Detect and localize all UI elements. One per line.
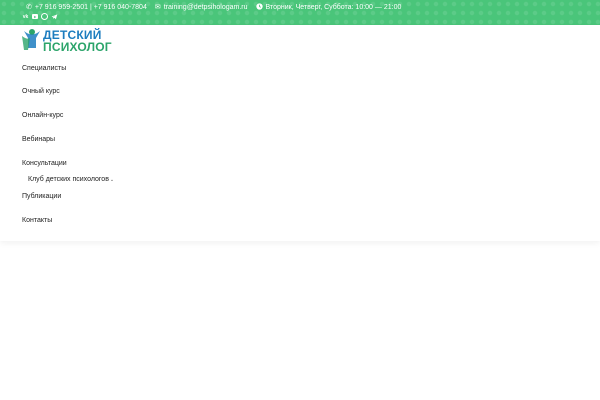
site-logo[interactable]: ДЕТСКИЙ ПСИХОЛОГ [22,26,122,56]
clock-icon [255,3,263,12]
chevron-down-icon: ⌄ [109,176,115,183]
phone-icon: ✆ [26,4,32,11]
whatsapp-icon[interactable] [41,13,48,20]
hours-item: Вторник, Четверг, Суббота: 10:00 — 21:00 [255,3,402,12]
hours-text: Вторник, Четверг, Суббота: 10:00 — 21:00 [265,4,402,11]
submenu-item-club[interactable]: Клуб детских психологов ⌄ [28,176,114,183]
phone-text[interactable]: +7 916 959-2501 | +7 916 040-7804 [35,4,147,11]
menu-item-specialists[interactable]: Специалисты [22,65,66,72]
email-item[interactable]: ✉ training@detpsihologam.ru [155,4,248,11]
menu-item-publications[interactable]: Публикации [22,193,61,200]
social-row: vk [22,13,61,20]
top-bar: ✆ +7 916 959-2501 | +7 916 040-7804 ✉ tr… [0,0,600,25]
email-text[interactable]: training@detpsihologam.ru [164,4,248,11]
logo-figures-icon [22,29,40,50]
vk-icon[interactable]: vk [22,13,29,20]
menu-item-webinars[interactable]: Вебинары [22,136,55,143]
menu-item-consultations[interactable]: Консультации [22,160,67,167]
envelope-icon: ✉ [154,4,161,11]
logo-line-2: ПСИХОЛОГ [43,40,112,54]
submenu-item-label: Клуб детских психологов [28,176,109,183]
contact-row: ✆ +7 916 959-2501 | +7 916 040-7804 ✉ tr… [26,3,409,12]
phone-item[interactable]: ✆ +7 916 959-2501 | +7 916 040-7804 [26,4,147,11]
site-header: ДЕТСКИЙ ПСИХОЛОГ Специалисты Очный курс … [0,25,600,241]
menu-item-contacts[interactable]: Контакты [22,217,52,224]
youtube-icon[interactable] [32,14,38,19]
menu-item-online-course[interactable]: Онлайн-курс [22,112,63,119]
telegram-icon[interactable] [51,13,58,20]
menu-item-offline-course[interactable]: Очный курс [22,88,60,95]
